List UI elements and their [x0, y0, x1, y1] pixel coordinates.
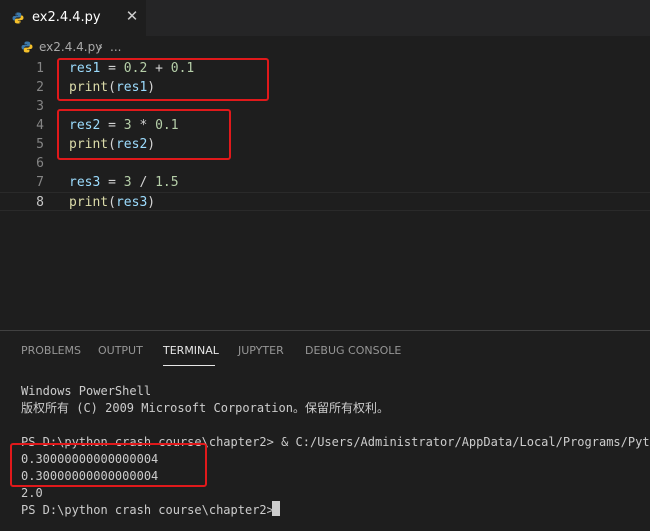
terminal-cursor — [272, 501, 280, 516]
highlight-box-lines-4-5 — [57, 109, 231, 160]
editor-tab-ex2-4-4[interactable]: ex2.4.4.py ✕ — [0, 0, 146, 36]
code-token: 3 — [123, 175, 132, 190]
tab-debug-console[interactable]: DEBUG CONSOLE — [305, 344, 401, 357]
line-number: 7 — [36, 175, 44, 190]
active-tab-indicator — [163, 365, 215, 366]
line-number: 5 — [36, 137, 44, 152]
line-number: 6 — [36, 156, 44, 171]
python-file-icon — [21, 41, 33, 53]
terminal-prompt: PS D:\python crash course\chapter2> — [21, 503, 282, 517]
tab-problems[interactable]: PROBLEMS — [21, 344, 81, 357]
vscode-window: ex2.4.4.py ✕ ex2.4.4.py › ... 1 res1 = 0.… — [0, 0, 650, 531]
tab-filename: ex2.4.4.py — [32, 10, 101, 25]
terminal-line: Windows PowerShell — [21, 384, 152, 398]
code-token: ( — [108, 195, 116, 210]
code-token: 1.5 — [155, 175, 179, 190]
code-line[interactable]: 7 res3 = 3 / 1.5 — [0, 173, 650, 192]
python-file-icon — [12, 12, 24, 24]
code-token: res3 — [69, 175, 101, 190]
highlight-box-lines-1-2 — [57, 58, 269, 101]
line-number: 1 — [36, 61, 44, 76]
code-token: res3 — [115, 195, 148, 210]
highlight-box-terminal-output — [10, 443, 207, 487]
tab-jupyter[interactable]: JUPYTER — [238, 344, 284, 357]
line-number: 8 — [36, 195, 44, 210]
breadcrumb: ex2.4.4.py › ... — [0, 36, 650, 58]
tab-output[interactable]: OUTPUT — [98, 344, 143, 357]
terminal-output-line: 2.0 — [21, 486, 43, 500]
breadcrumb-file[interactable]: ex2.4.4.py — [39, 40, 102, 54]
code-text: print(res3) — [69, 193, 155, 212]
code-token: / — [131, 175, 156, 190]
line-number: 3 — [36, 99, 44, 114]
bottom-panel: PROBLEMS OUTPUT TERMINAL JUPYTER DEBUG C… — [0, 330, 650, 531]
line-number: 4 — [36, 118, 44, 133]
breadcrumb-more[interactable]: ... — [110, 40, 121, 54]
breadcrumb-separator: › — [98, 40, 103, 54]
code-text: res3 = 3 / 1.5 — [69, 173, 179, 192]
code-line[interactable]: 8 print(res3) — [0, 192, 650, 211]
tab-terminal[interactable]: TERMINAL — [163, 344, 219, 357]
editor-tab-bar: ex2.4.4.py ✕ — [0, 0, 650, 36]
close-icon[interactable]: ✕ — [124, 8, 140, 24]
code-token: = — [100, 175, 124, 190]
line-number: 2 — [36, 80, 44, 95]
code-token: ) — [147, 195, 156, 210]
terminal-line: 版权所有 (C) 2009 Microsoft Corporation。保留所有… — [21, 401, 389, 415]
code-token: print — [69, 195, 109, 210]
